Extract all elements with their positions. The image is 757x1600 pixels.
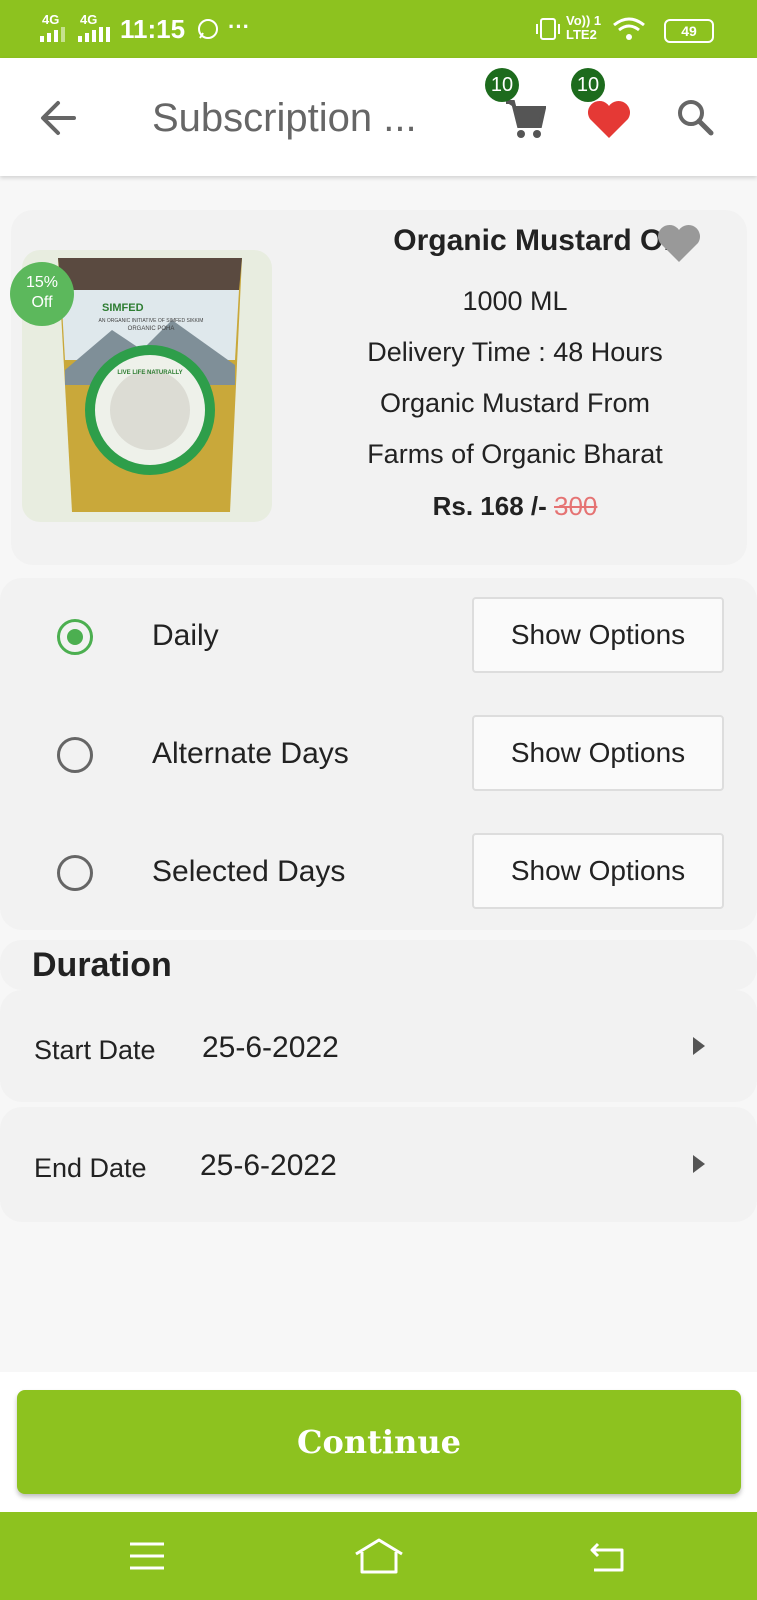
back-nav-icon[interactable] xyxy=(590,1542,626,1572)
duration-heading: Duration xyxy=(32,946,172,984)
page-title: Subscription ... xyxy=(152,96,417,140)
discounted-price: Rs. 168 /- xyxy=(432,491,547,521)
discount-label: Off xyxy=(31,294,53,311)
radio-alternate-days[interactable] xyxy=(57,737,93,773)
more-notifications: ··· xyxy=(228,14,250,39)
radio-selected-days[interactable] xyxy=(57,855,93,891)
continue-button[interactable]: Continue xyxy=(17,1390,741,1494)
discount-percent: 15% xyxy=(25,274,59,291)
cart-count-badge: 10 xyxy=(485,68,519,102)
app-bar: Subscription ... 10 10 xyxy=(0,58,757,176)
option-label-alternate-days[interactable]: Alternate Days xyxy=(152,737,349,771)
price-row: Rs. 168 /- 300 xyxy=(305,491,725,522)
whatsapp-icon xyxy=(198,19,218,39)
heart-icon[interactable] xyxy=(586,98,632,140)
start-date-value: 25-6-2022 xyxy=(202,1031,339,1064)
network-label-2: 4G xyxy=(80,12,98,27)
system-nav-bar xyxy=(0,1512,757,1600)
signal-icon xyxy=(40,27,65,42)
original-price: 300 xyxy=(554,491,598,521)
network-label-1: 4G xyxy=(42,12,60,27)
home-icon[interactable] xyxy=(354,1538,404,1574)
favorite-outline-icon[interactable] xyxy=(656,222,702,264)
lte-label: Vo)) 1 LTE2 xyxy=(566,13,602,42)
end-date-value: 25-6-2022 xyxy=(200,1149,337,1182)
package-product: ORGANIC POHA xyxy=(127,326,175,332)
show-options-alternate-days-button[interactable]: Show Options xyxy=(472,715,724,791)
status-time: 11:15 xyxy=(120,14,186,44)
vibrate-icon xyxy=(536,18,560,40)
wishlist-count-badge: 10 xyxy=(571,68,605,102)
wifi-icon xyxy=(613,17,645,40)
chevron-right-icon[interactable] xyxy=(693,1037,705,1055)
end-date-label: End Date xyxy=(34,1153,147,1183)
product-name: Organic Mustard Oil xyxy=(393,224,680,257)
product-description-line-1: Organic Mustard From xyxy=(379,388,651,418)
back-arrow-icon[interactable] xyxy=(38,98,78,138)
radio-daily[interactable] xyxy=(57,619,93,655)
delivery-time: Delivery Time : 48 Hours xyxy=(367,337,663,367)
package-brand: SIMFED xyxy=(102,302,144,314)
signal-icon-2 xyxy=(78,27,110,42)
package-tagline: AN ORGANIC INITIATIVE OF SIMFED SIKKIM xyxy=(98,318,204,324)
status-bar: 4G 4G 11:15 ··· Vo)) 1 LTE2 49 xyxy=(0,0,757,58)
start-date-label: Start Date xyxy=(34,1035,156,1065)
search-icon[interactable] xyxy=(676,98,714,136)
option-label-daily[interactable]: Daily xyxy=(152,619,219,653)
option-label-selected-days[interactable]: Selected Days xyxy=(152,855,345,889)
menu-icon[interactable] xyxy=(130,1542,164,1570)
discount-badge: 15% Off xyxy=(10,262,74,326)
package-arc-text: LIVE LIFE NATURALLY xyxy=(117,370,183,376)
battery-indicator: 49 xyxy=(664,19,714,43)
cart-icon[interactable] xyxy=(504,98,546,140)
show-options-daily-button[interactable]: Show Options xyxy=(472,597,724,673)
show-options-selected-days-button[interactable]: Show Options xyxy=(472,833,724,909)
product-quantity: 1000 ML xyxy=(462,286,568,316)
chevron-right-icon[interactable] xyxy=(693,1155,705,1173)
product-description-line-2: Farms of Organic Bharat xyxy=(367,439,663,469)
